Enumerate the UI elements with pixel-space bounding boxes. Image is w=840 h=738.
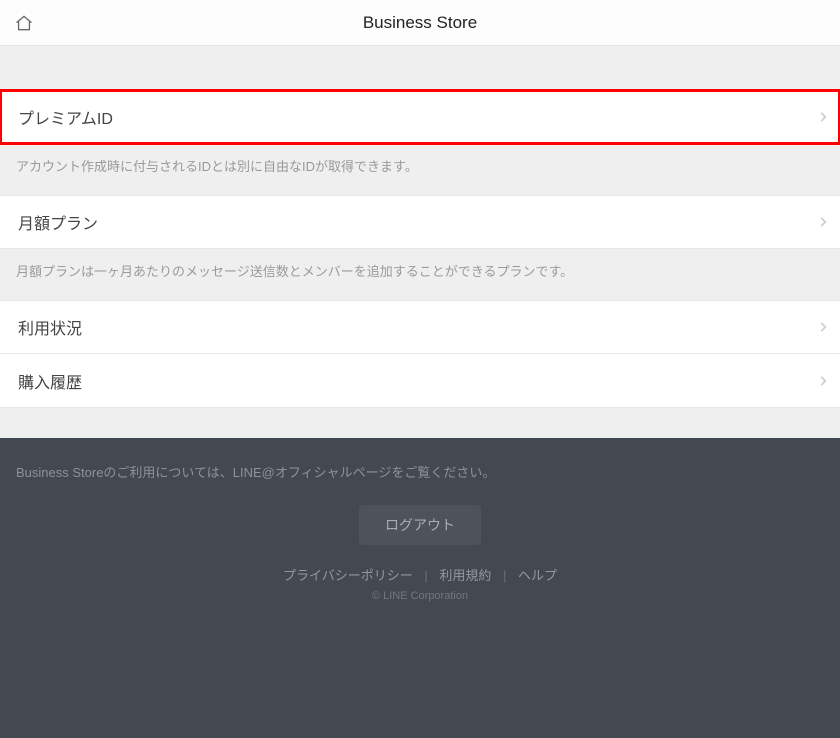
logout-wrap: ログアウト (0, 505, 840, 545)
row-label: 月額プラン (18, 210, 98, 234)
footer-link-privacy[interactable]: プライバシーポリシー (283, 568, 413, 583)
page-footer: Business Storeのご利用については、LINE@オフィシャルページをご… (0, 438, 840, 738)
home-icon[interactable] (14, 13, 34, 33)
footer-note: Business Storeのご利用については、LINE@オフィシャルページをご… (0, 462, 840, 481)
chevron-right-icon (816, 215, 830, 229)
row-label: 利用状況 (18, 315, 82, 339)
row-label: 購入履歴 (18, 369, 82, 393)
separator: | (424, 568, 427, 583)
page-title: Business Store (0, 13, 840, 33)
app-header: Business Store (0, 0, 840, 46)
row-monthly-plan[interactable]: 月額プラン (0, 195, 840, 249)
row-purchase-history[interactable]: 購入履歴 (0, 354, 840, 408)
footer-link-terms[interactable]: 利用規約 (439, 568, 491, 583)
row-desc-premium-id: アカウント作成時に付与されるIDとは別に自由なIDが取得できます。 (0, 144, 840, 195)
chevron-right-icon (816, 374, 830, 388)
row-label: プレミアムID (18, 105, 113, 129)
footer-links: プライバシーポリシー | 利用規約 | ヘルプ (0, 565, 840, 584)
footer-link-help[interactable]: ヘルプ (518, 568, 557, 583)
row-usage-status[interactable]: 利用状況 (0, 300, 840, 354)
separator: | (503, 568, 506, 583)
row-premium-id[interactable]: プレミアムID (0, 90, 840, 144)
copyright: © LINE Corporation (0, 590, 840, 602)
chevron-right-icon (816, 320, 830, 334)
spacer (0, 46, 840, 90)
chevron-right-icon (816, 110, 830, 124)
row-desc-monthly-plan: 月額プランは一ヶ月あたりのメッセージ送信数とメンバーを追加することができるプラン… (0, 249, 840, 300)
logout-button[interactable]: ログアウト (359, 505, 481, 545)
spacer (0, 408, 840, 438)
